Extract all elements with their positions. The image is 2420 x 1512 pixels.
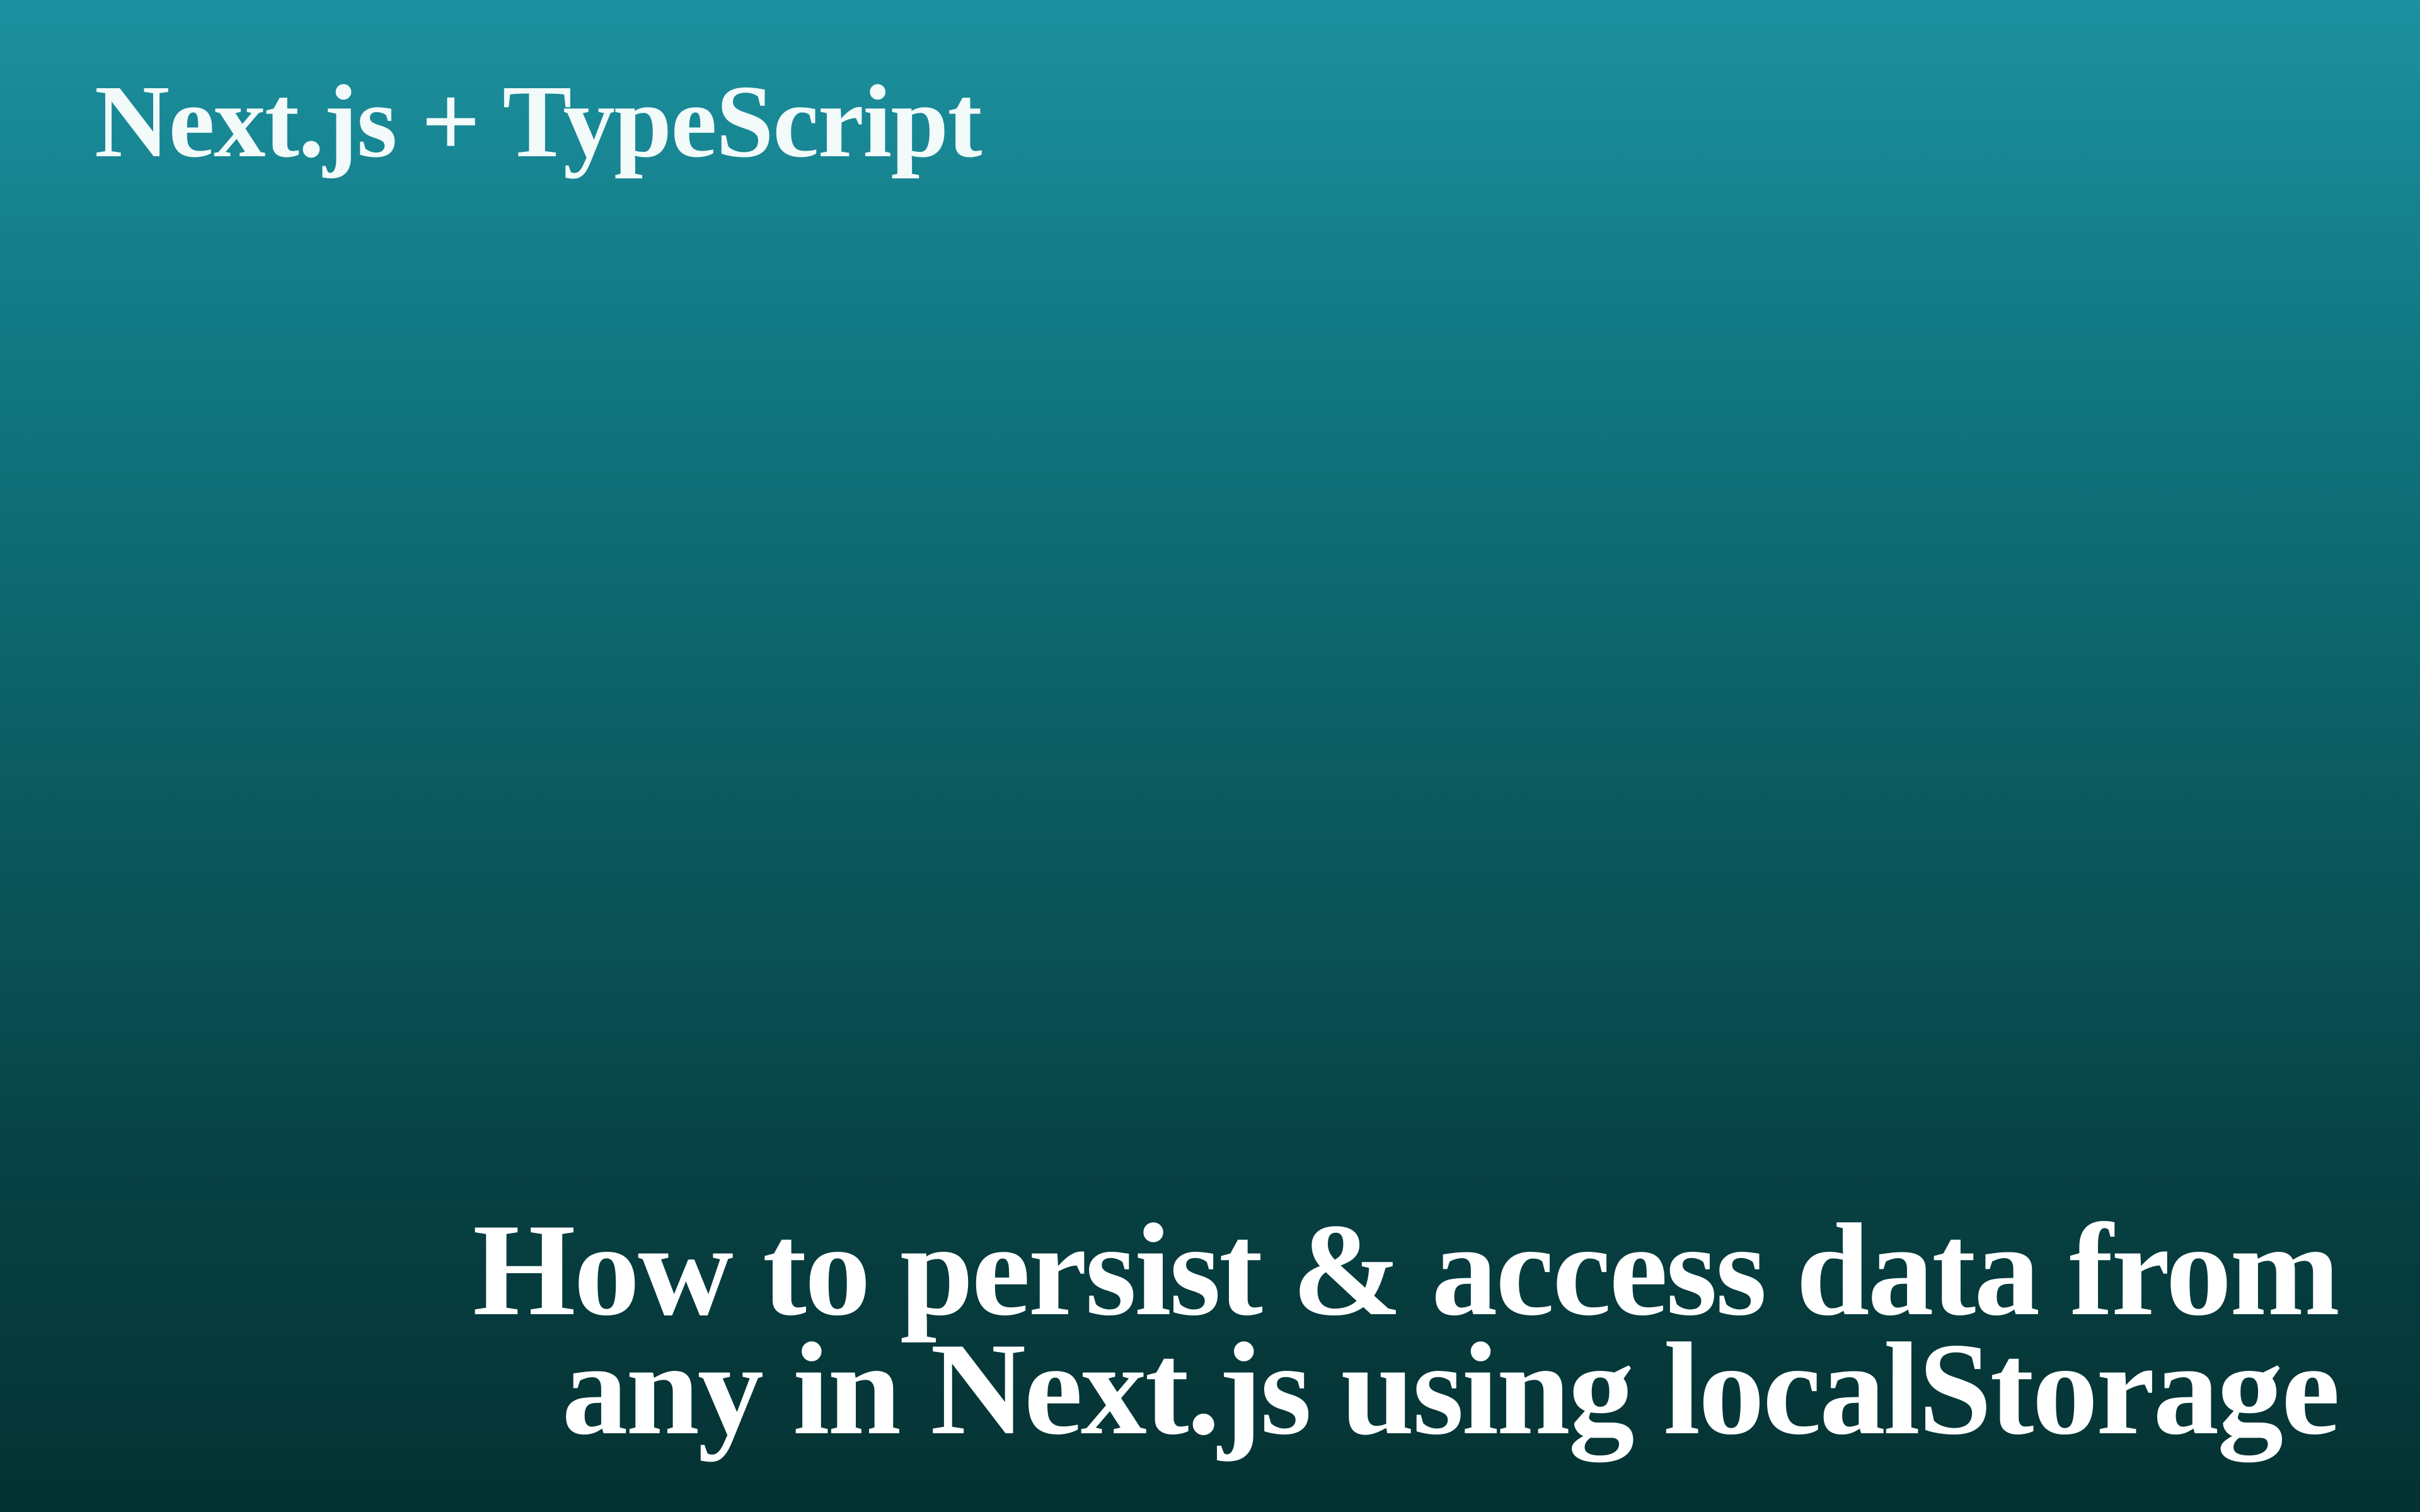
headline-text: How to persist & access data from any in…	[252, 1211, 2338, 1449]
overline-text: Next.js + TypeScript	[95, 69, 981, 173]
slide: Next.js + TypeScript How to persist & ac…	[0, 0, 2420, 1512]
